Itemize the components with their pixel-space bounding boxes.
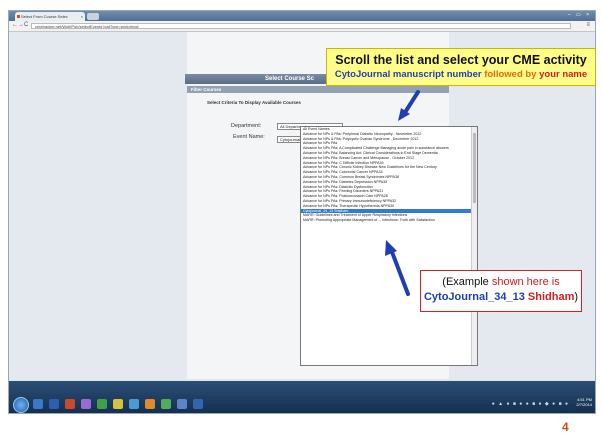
slide-number: 4 xyxy=(562,420,569,434)
pointer-arrows xyxy=(385,90,420,296)
arrow-to-select-icon xyxy=(398,90,420,121)
arrow-to-selected-item-icon xyxy=(385,240,410,296)
slide: Select From Course Selec × – ▭ × ← → C c… xyxy=(0,0,602,445)
